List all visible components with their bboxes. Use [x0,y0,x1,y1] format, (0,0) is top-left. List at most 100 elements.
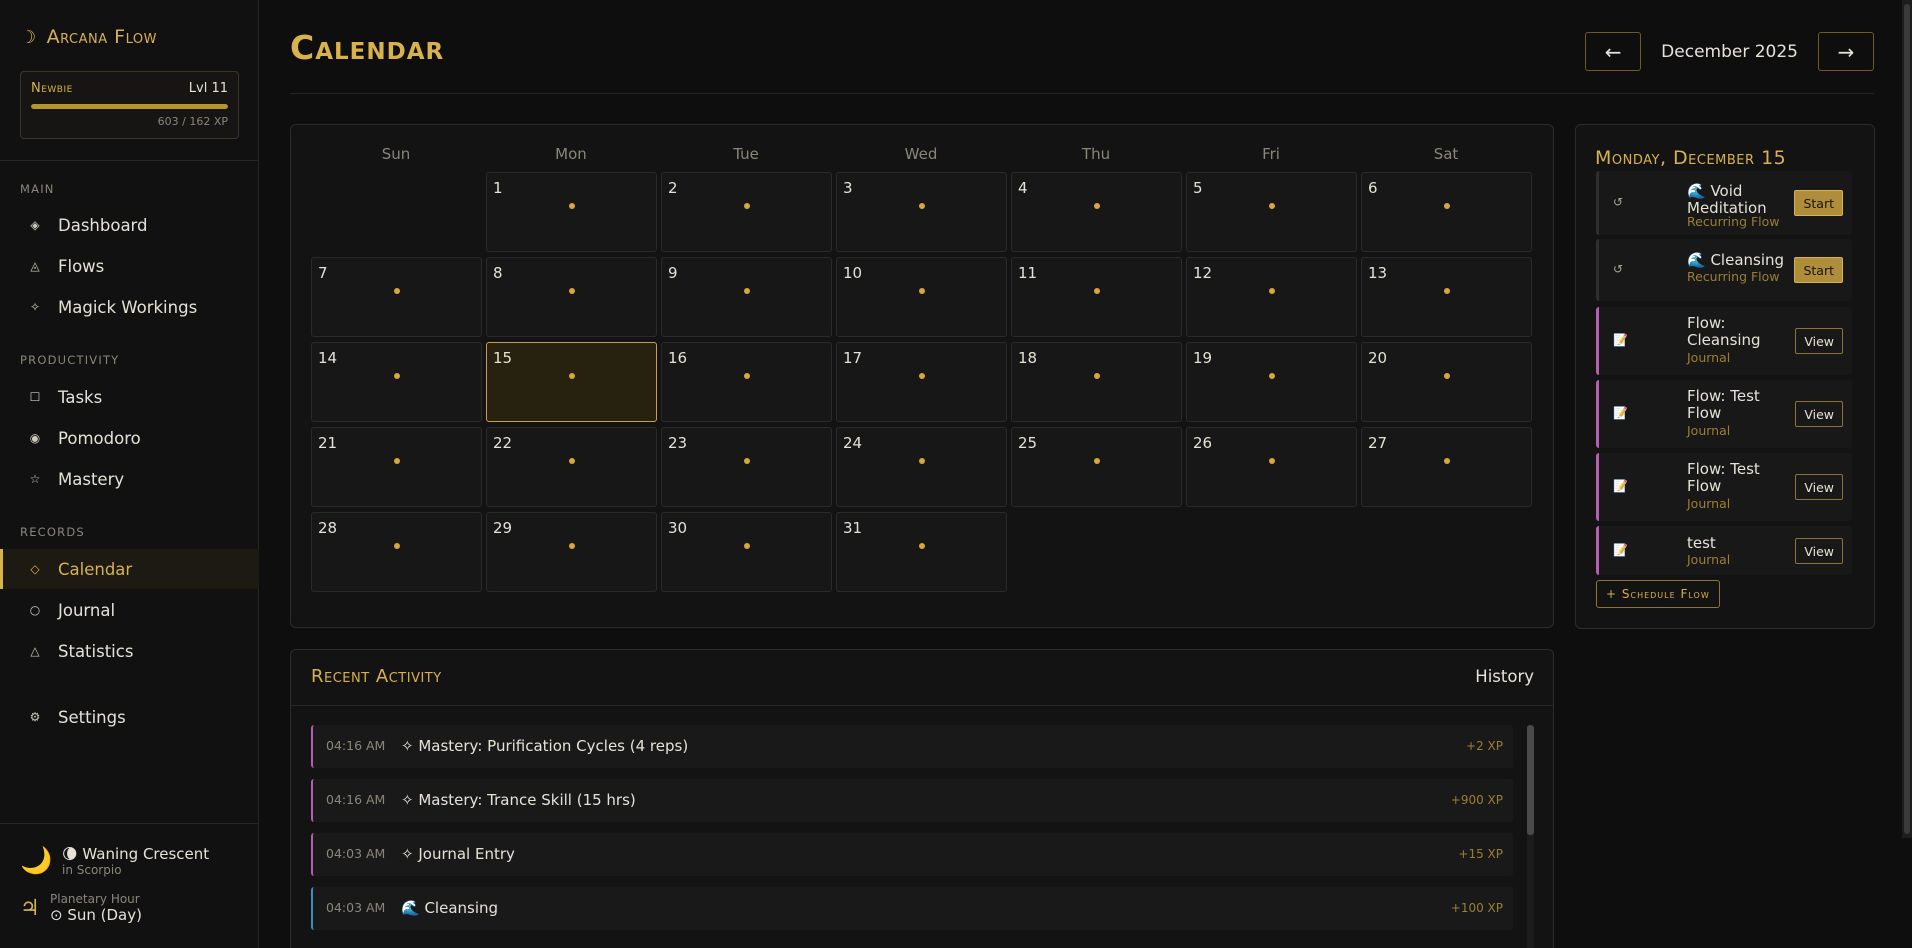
moon-sign: in Scorpio [62,863,122,877]
sidebar-item-mastery[interactable]: ☆ Mastery [0,459,259,499]
calendar-day[interactable]: 20 [1361,342,1532,422]
view-button[interactable]: View [1795,401,1843,427]
calendar-day[interactable]: 21 [311,427,482,507]
view-button[interactable]: View [1795,474,1843,500]
prev-month-button[interactable]: ← [1585,32,1642,71]
page-scrollbar[interactable] [1902,0,1912,838]
calendar-day[interactable]: 3 [836,172,1007,252]
sidebar-item-pomodoro[interactable]: ◉ Pomodoro [0,418,259,458]
day-number: 2 [668,179,678,197]
calendar-day[interactable]: 12 [1186,257,1357,337]
calendar-day[interactable]: 23 [661,427,832,507]
calendar-day[interactable]: 8 [486,257,657,337]
weekday-header: Sun [381,145,411,163]
section-label-main: Main [20,182,55,196]
sidebar-item-dashboard[interactable]: ◈ Dashboard [0,205,259,245]
calendar-day[interactable]: 29 [486,512,657,592]
activity-text: 🌊 Cleansing [401,899,499,917]
note-icon: 📝 [1613,406,1628,420]
calendar-day[interactable]: 24 [836,427,1007,507]
day-event[interactable]: ↺ 🌊 Void Meditation Recurring Flow Start [1596,171,1852,235]
schedule-flow-button[interactable]: + Schedule Flow [1596,580,1720,608]
sidebar-item-label: Statistics [58,641,134,661]
day-number: 15 [493,349,513,367]
calendar-day[interactable]: 16 [661,342,832,422]
sidebar-divider [0,823,259,824]
calendar-day[interactable]: 10 [836,257,1007,337]
day-number: 8 [493,264,503,282]
day-event[interactable]: 📝 Flow: Test Flow Journal View [1596,380,1852,448]
checkbox-icon: ☐ [29,390,41,404]
activity-row[interactable]: 04:16 AM ✧ Mastery: Trance Skill (15 hrs)… [311,779,1513,822]
start-button[interactable]: Start [1794,257,1843,283]
day-event[interactable]: 📝 test Journal View [1596,526,1852,575]
sidebar-item-magick-workings[interactable]: ✧ Magick Workings [0,287,259,327]
planetary-hour-value: ⊙ Sun (Day) [50,906,142,924]
sidebar-item-label: Dashboard [58,215,148,235]
moon-phase-name: Waning Crescent [82,845,210,863]
calendar-day[interactable]: 22 [486,427,657,507]
planetary-hour-label: Planetary Hour [50,892,140,906]
activity-row[interactable]: 04:03 AM ✧ Journal Entry +15 XP [311,833,1513,876]
calendar-day[interactable]: 17 [836,342,1007,422]
calendar-day[interactable]: 5 [1186,172,1357,252]
event-name: Flow: Test Flow [1687,460,1760,495]
activity-row[interactable]: 04:16 AM ✧ Mastery: Purification Cycles (… [311,725,1513,768]
sidebar-item-label: Pomodoro [58,428,141,448]
calendar-grid: Sun Mon Tue Wed Thu Fri Sat 1 2 3 4 5 6 7 8 9 10 11 12 13 14… [290,124,1554,628]
calendar-day[interactable]: 27 [1361,427,1532,507]
view-button[interactable]: View [1795,538,1843,564]
activity-scrollbar[interactable] [1527,725,1534,948]
event-dot [918,458,925,464]
calendar-day[interactable]: 18 [1011,342,1182,422]
next-month-button[interactable]: → [1818,32,1874,71]
day-event[interactable]: 📝 Flow: Test Flow Journal View [1596,453,1852,521]
start-button[interactable]: Start [1794,190,1843,216]
level-card: Newbie Lvl 11 603 / 162 XP [20,71,239,139]
moon-phase: 🌙 🌘 Waning Crescent in Scorpio [20,845,209,877]
activity-row[interactable]: 04:03 AM 🌊 Cleansing +100 XP [311,887,1513,930]
calendar-day[interactable]: 9 [661,257,832,337]
calendar-day[interactable]: 26 [1186,427,1357,507]
calendar-day[interactable]: 6 [1361,172,1532,252]
event-dot [1443,373,1450,379]
calendar-day[interactable]: 31 [836,512,1007,592]
sidebar-item-flows[interactable]: ◬ Flows [0,246,259,286]
sidebar-item-calendar[interactable]: ◇ Calendar [0,549,259,589]
calendar-day[interactable]: 19 [1186,342,1357,422]
day-event[interactable]: ↺ 🌊 Cleansing Recurring Flow Start [1596,239,1852,301]
day-event[interactable]: 📝 Flow: Cleansing Journal View [1596,307,1852,375]
calendar-day[interactable]: 4 [1011,172,1182,252]
xp-progress-fill [31,104,228,109]
event-dot [918,543,925,549]
calendar-day[interactable]: 15 [486,342,657,422]
day-number: 11 [1018,264,1038,282]
day-detail-panel: Monday, December 15 + Schedule Flow ↺ 🌊 V… [1575,124,1875,629]
sidebar-item-statistics[interactable]: △ Statistics [0,631,259,671]
calendar-day[interactable]: 14 [311,342,482,422]
view-button[interactable]: View [1795,328,1843,354]
calendar-day[interactable]: 7 [311,257,482,337]
calendar-day[interactable]: 28 [311,512,482,592]
event-dot [393,458,400,464]
history-link[interactable]: History [1475,667,1534,686]
calendar-day[interactable]: 30 [661,512,832,592]
brand[interactable]: ☽ Arcana Flow [20,26,157,48]
day-number: 20 [1368,349,1388,367]
app-name: Arcana Flow [46,26,157,48]
sidebar-item-tasks[interactable]: ☐ Tasks [0,377,259,417]
activity-divider [291,705,1553,706]
sidebar-item-settings[interactable]: ⚙ Settings [0,697,259,737]
calendar-day[interactable]: 11 [1011,257,1182,337]
sidebar-item-label: Mastery [58,469,125,489]
page-scrollbar-thumb[interactable] [1904,4,1910,834]
day-number: 17 [843,349,863,367]
sidebar-item-journal[interactable]: ○ Journal [0,590,259,630]
sidebar-item-label: Journal [58,600,116,620]
calendar-day[interactable]: 13 [1361,257,1532,337]
calendar-day[interactable]: 1 [486,172,657,252]
day-number: 7 [318,264,328,282]
activity-scrollbar-thumb[interactable] [1527,725,1534,835]
calendar-day[interactable]: 25 [1011,427,1182,507]
calendar-day[interactable]: 2 [661,172,832,252]
